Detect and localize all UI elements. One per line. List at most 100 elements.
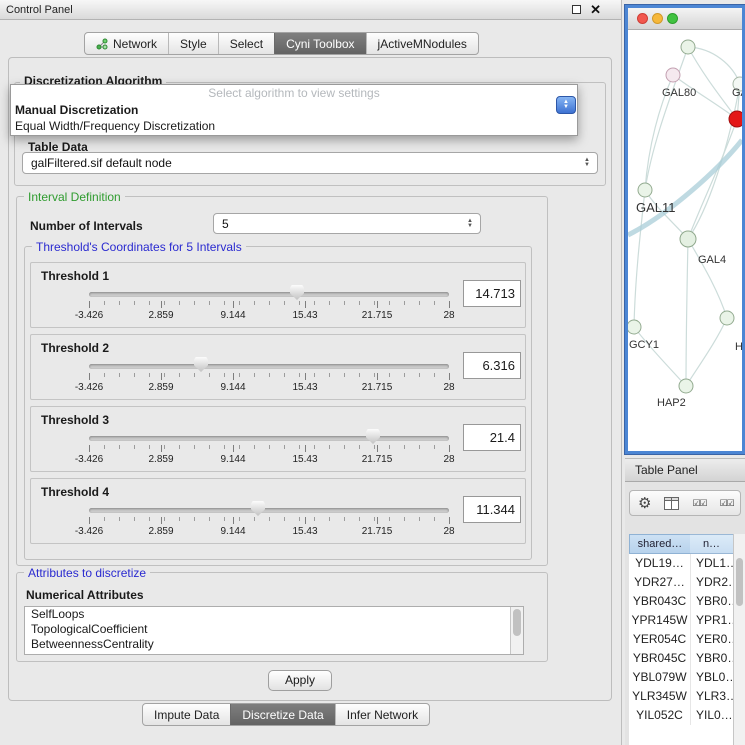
- threshold-4-value-field[interactable]: 11.344: [463, 496, 521, 523]
- cell-name[interactable]: YBR0…: [691, 592, 733, 611]
- table-row[interactable]: YBR043C YBR0…: [629, 592, 733, 611]
- list-scrollbar-thumb[interactable]: [513, 609, 521, 636]
- scale-label: 2.859: [148, 310, 173, 321]
- bottom-tabs-segment: Impute Data Discretize Data Infer Networ…: [142, 703, 430, 726]
- cell-name[interactable]: YBL0…: [691, 668, 733, 687]
- cell-name[interactable]: YPR1…: [691, 611, 733, 630]
- table-row[interactable]: YLR345W YLR3…: [629, 687, 733, 706]
- threshold-1-slider-track[interactable]: [89, 292, 449, 297]
- tab-select[interactable]: Select: [218, 33, 274, 54]
- threshold-2-value-field[interactable]: 6.316: [463, 352, 521, 379]
- cell-shared-name[interactable]: YBR045C: [629, 649, 691, 668]
- table-row[interactable]: YIL052C YIL0…: [629, 706, 733, 725]
- network-window-titlebar[interactable]: [628, 8, 742, 30]
- algorithm-option-equal-width[interactable]: Equal Width/Frequency Discretization: [11, 118, 577, 134]
- checkbox-grid-icon-2[interactable]: ☑☑: [720, 498, 734, 509]
- tab-impute-data[interactable]: Impute Data: [143, 704, 230, 725]
- table-row[interactable]: YBR045C YBR0…: [629, 649, 733, 668]
- threshold-3-value-field[interactable]: 21.4: [463, 424, 521, 451]
- network-view-window: GAL80 GA GAL11 GAL4 GCY1 HAP2 H: [625, 5, 745, 454]
- node[interactable]: [681, 40, 695, 54]
- mac-minimize-button[interactable]: [652, 13, 663, 24]
- scale-label: 15.43: [292, 310, 317, 321]
- apply-button[interactable]: Apply: [268, 670, 332, 691]
- column-header-shared-name[interactable]: shared…: [629, 534, 691, 554]
- list-item[interactable]: BetweennessCentrality: [25, 637, 523, 652]
- threshold-3-slider-thumb[interactable]: [366, 429, 380, 444]
- close-icon[interactable]: ✕: [590, 3, 601, 16]
- threshold-3-label: Threshold 3: [41, 413, 109, 427]
- cell-name[interactable]: YIL0…: [691, 706, 733, 725]
- node[interactable]: [666, 68, 680, 82]
- cell-shared-name[interactable]: YIL052C: [629, 706, 691, 725]
- threshold-1-slider-thumb[interactable]: [290, 285, 304, 300]
- table-scrollbar[interactable]: [733, 534, 745, 745]
- scale-label: 15.43: [292, 454, 317, 465]
- tab-cyni-toolbox[interactable]: Cyni Toolbox: [274, 33, 365, 54]
- scale-label: 15.43: [292, 382, 317, 393]
- table-row[interactable]: YER054C YER0…: [629, 630, 733, 649]
- threshold-1-label: Threshold 1: [41, 269, 109, 283]
- cell-name[interactable]: YER0…: [691, 630, 733, 649]
- window-title: Control Panel: [6, 4, 73, 16]
- node[interactable]: [628, 320, 641, 334]
- tick-marks-major: [89, 445, 451, 452]
- scale-label: 21.715: [362, 310, 393, 321]
- threshold-3-slider-track[interactable]: [89, 436, 449, 441]
- tab-jactivemnodules[interactable]: jActiveMNodules: [366, 33, 478, 54]
- cell-name[interactable]: YLR3…: [691, 687, 733, 706]
- algorithm-select-stepper[interactable]: ▲▼: [556, 96, 576, 114]
- table-row[interactable]: YBL079W YBL0…: [629, 668, 733, 687]
- scale-label: -3.426: [75, 526, 103, 537]
- cell-name[interactable]: YBR0…: [691, 649, 733, 668]
- list-scrollbar[interactable]: [510, 607, 523, 654]
- scale-label: -3.426: [75, 454, 103, 465]
- table-row[interactable]: YDL19… YDL1…: [629, 554, 733, 573]
- cell-shared-name[interactable]: YLR345W: [629, 687, 691, 706]
- tab-discretize-data[interactable]: Discretize Data: [230, 704, 334, 725]
- threshold-4-slider-thumb[interactable]: [251, 501, 265, 516]
- list-item[interactable]: SelfLoops: [25, 607, 523, 622]
- selected-node[interactable]: [729, 111, 742, 127]
- table-data-select[interactable]: galFiltered.sif default node ▲▼: [22, 152, 598, 174]
- threshold-2-slider-thumb[interactable]: [194, 357, 208, 372]
- scale-label: 2.859: [148, 526, 173, 537]
- float-icon[interactable]: [572, 5, 581, 14]
- number-of-intervals-select[interactable]: 5 ▲▼: [213, 213, 481, 234]
- gear-icon[interactable]: ⚙: [638, 496, 651, 511]
- network-canvas[interactable]: GAL80 GA GAL11 GAL4 GCY1 HAP2 H: [628, 30, 742, 451]
- cell-name[interactable]: YDR2…: [691, 573, 733, 592]
- tab-style[interactable]: Style: [168, 33, 218, 54]
- checkbox-grid-icon-1[interactable]: ☑☑: [692, 498, 706, 509]
- node[interactable]: [638, 183, 652, 197]
- scale-label: 9.144: [220, 526, 245, 537]
- cell-shared-name[interactable]: YBL079W: [629, 668, 691, 687]
- cell-shared-name[interactable]: YPR145W: [629, 611, 691, 630]
- list-item[interactable]: TopologicalCoefficient: [25, 622, 523, 637]
- threshold-1-value-field[interactable]: 14.713: [463, 280, 521, 307]
- node[interactable]: [679, 379, 693, 393]
- cell-shared-name[interactable]: YER054C: [629, 630, 691, 649]
- tab-network[interactable]: Network: [85, 33, 168, 54]
- node[interactable]: [720, 311, 734, 325]
- table-scrollbar-thumb[interactable]: [736, 558, 743, 606]
- threshold-coordinates-title: Threshold's Coordinates for 5 Intervals: [32, 240, 246, 254]
- table-row[interactable]: YPR145W YPR1…: [629, 611, 733, 630]
- threshold-4-slider-track[interactable]: [89, 508, 449, 513]
- cell-name[interactable]: YDL1…: [691, 554, 733, 573]
- algorithm-option-manual[interactable]: Manual Discretization: [11, 102, 577, 118]
- tab-infer-network[interactable]: Infer Network: [335, 704, 429, 725]
- table-row[interactable]: YDR27… YDR2…: [629, 573, 733, 592]
- cell-shared-name[interactable]: YDL19…: [629, 554, 691, 573]
- column-header-name[interactable]: n…: [690, 534, 734, 554]
- mac-zoom-button[interactable]: [667, 13, 678, 24]
- columns-icon[interactable]: [664, 497, 679, 510]
- cell-shared-name[interactable]: YDR27…: [629, 573, 691, 592]
- node[interactable]: [680, 231, 696, 247]
- cell-shared-name[interactable]: YBR043C: [629, 592, 691, 611]
- node-label-partial: GA: [732, 87, 742, 99]
- screen: Control Panel ✕ Network Style Select Cyn…: [0, 0, 745, 745]
- threshold-2-slider-track[interactable]: [89, 364, 449, 369]
- node-label-gal11: GAL11: [636, 200, 676, 215]
- mac-close-button[interactable]: [637, 13, 648, 24]
